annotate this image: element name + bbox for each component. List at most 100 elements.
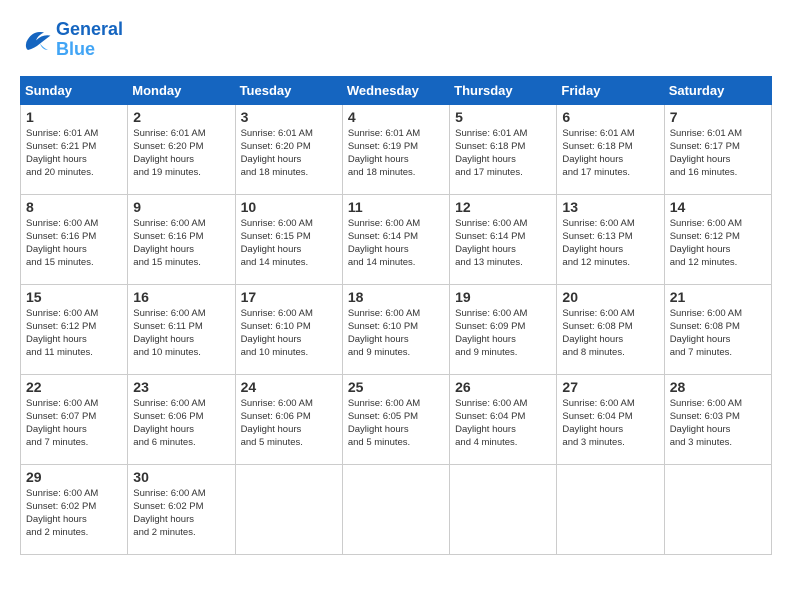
day-cell-2: 2 Sunrise: 6:01 AM Sunset: 6:20 PM Dayli… <box>128 104 235 194</box>
week-row-3: 15 Sunrise: 6:00 AM Sunset: 6:12 PM Dayl… <box>21 284 772 374</box>
day-cell-17: 17 Sunrise: 6:00 AM Sunset: 6:10 PM Dayl… <box>235 284 342 374</box>
day-cell-18: 18 Sunrise: 6:00 AM Sunset: 6:10 PM Dayl… <box>342 284 449 374</box>
day-number: 2 <box>133 109 229 125</box>
day-info: Sunrise: 6:01 AM Sunset: 6:17 PM Dayligh… <box>670 127 766 180</box>
day-cell-16: 16 Sunrise: 6:00 AM Sunset: 6:11 PM Dayl… <box>128 284 235 374</box>
day-info: Sunrise: 6:00 AM Sunset: 6:02 PM Dayligh… <box>26 487 122 540</box>
day-number: 8 <box>26 199 122 215</box>
day-number: 11 <box>348 199 444 215</box>
day-cell-6: 6 Sunrise: 6:01 AM Sunset: 6:18 PM Dayli… <box>557 104 664 194</box>
day-number: 12 <box>455 199 551 215</box>
day-number: 17 <box>241 289 337 305</box>
day-info: Sunrise: 6:00 AM Sunset: 6:10 PM Dayligh… <box>348 307 444 360</box>
day-cell-29: 29 Sunrise: 6:00 AM Sunset: 6:02 PM Dayl… <box>21 464 128 554</box>
day-number: 24 <box>241 379 337 395</box>
day-cell-9: 9 Sunrise: 6:00 AM Sunset: 6:16 PM Dayli… <box>128 194 235 284</box>
col-sunday: Sunday <box>21 76 128 104</box>
day-cell-4: 4 Sunrise: 6:01 AM Sunset: 6:19 PM Dayli… <box>342 104 449 194</box>
day-number: 9 <box>133 199 229 215</box>
day-cell-24: 24 Sunrise: 6:00 AM Sunset: 6:06 PM Dayl… <box>235 374 342 464</box>
day-info: Sunrise: 6:01 AM Sunset: 6:18 PM Dayligh… <box>562 127 658 180</box>
day-number: 28 <box>670 379 766 395</box>
day-cell-14: 14 Sunrise: 6:00 AM Sunset: 6:12 PM Dayl… <box>664 194 771 284</box>
day-number: 25 <box>348 379 444 395</box>
day-cell-10: 10 Sunrise: 6:00 AM Sunset: 6:15 PM Dayl… <box>235 194 342 284</box>
week-row-5: 29 Sunrise: 6:00 AM Sunset: 6:02 PM Dayl… <box>21 464 772 554</box>
day-info: Sunrise: 6:00 AM Sunset: 6:03 PM Dayligh… <box>670 397 766 450</box>
day-number: 18 <box>348 289 444 305</box>
day-info: Sunrise: 6:01 AM Sunset: 6:19 PM Dayligh… <box>348 127 444 180</box>
day-info: Sunrise: 6:00 AM Sunset: 6:14 PM Dayligh… <box>455 217 551 270</box>
day-number: 26 <box>455 379 551 395</box>
day-info: Sunrise: 6:00 AM Sunset: 6:12 PM Dayligh… <box>26 307 122 360</box>
day-cell-12: 12 Sunrise: 6:00 AM Sunset: 6:14 PM Dayl… <box>450 194 557 284</box>
col-saturday: Saturday <box>664 76 771 104</box>
day-cell-28: 28 Sunrise: 6:00 AM Sunset: 6:03 PM Dayl… <box>664 374 771 464</box>
empty-cell <box>342 464 449 554</box>
day-cell-8: 8 Sunrise: 6:00 AM Sunset: 6:16 PM Dayli… <box>21 194 128 284</box>
day-info: Sunrise: 6:01 AM Sunset: 6:18 PM Dayligh… <box>455 127 551 180</box>
day-info: Sunrise: 6:00 AM Sunset: 6:07 PM Dayligh… <box>26 397 122 450</box>
empty-cell <box>450 464 557 554</box>
day-info: Sunrise: 6:00 AM Sunset: 6:06 PM Dayligh… <box>241 397 337 450</box>
day-info: Sunrise: 6:00 AM Sunset: 6:05 PM Dayligh… <box>348 397 444 450</box>
empty-cell <box>235 464 342 554</box>
empty-cell <box>557 464 664 554</box>
col-tuesday: Tuesday <box>235 76 342 104</box>
day-cell-26: 26 Sunrise: 6:00 AM Sunset: 6:04 PM Dayl… <box>450 374 557 464</box>
day-info: Sunrise: 6:01 AM Sunset: 6:20 PM Dayligh… <box>133 127 229 180</box>
day-number: 1 <box>26 109 122 125</box>
day-info: Sunrise: 6:00 AM Sunset: 6:16 PM Dayligh… <box>26 217 122 270</box>
day-number: 16 <box>133 289 229 305</box>
week-row-4: 22 Sunrise: 6:00 AM Sunset: 6:07 PM Dayl… <box>21 374 772 464</box>
day-number: 5 <box>455 109 551 125</box>
day-cell-21: 21 Sunrise: 6:00 AM Sunset: 6:08 PM Dayl… <box>664 284 771 374</box>
day-cell-1: 1 Sunrise: 6:01 AM Sunset: 6:21 PM Dayli… <box>21 104 128 194</box>
day-info: Sunrise: 6:00 AM Sunset: 6:02 PM Dayligh… <box>133 487 229 540</box>
day-info: Sunrise: 6:00 AM Sunset: 6:11 PM Dayligh… <box>133 307 229 360</box>
day-number: 21 <box>670 289 766 305</box>
day-info: Sunrise: 6:00 AM Sunset: 6:09 PM Dayligh… <box>455 307 551 360</box>
logo-icon <box>20 26 52 54</box>
day-info: Sunrise: 6:00 AM Sunset: 6:15 PM Dayligh… <box>241 217 337 270</box>
day-cell-30: 30 Sunrise: 6:00 AM Sunset: 6:02 PM Dayl… <box>128 464 235 554</box>
day-info: Sunrise: 6:01 AM Sunset: 6:20 PM Dayligh… <box>241 127 337 180</box>
col-monday: Monday <box>128 76 235 104</box>
day-cell-27: 27 Sunrise: 6:00 AM Sunset: 6:04 PM Dayl… <box>557 374 664 464</box>
day-number: 15 <box>26 289 122 305</box>
day-cell-25: 25 Sunrise: 6:00 AM Sunset: 6:05 PM Dayl… <box>342 374 449 464</box>
day-cell-19: 19 Sunrise: 6:00 AM Sunset: 6:09 PM Dayl… <box>450 284 557 374</box>
day-number: 6 <box>562 109 658 125</box>
logo-text: General Blue <box>56 20 123 60</box>
day-number: 4 <box>348 109 444 125</box>
day-number: 29 <box>26 469 122 485</box>
week-row-1: 1 Sunrise: 6:01 AM Sunset: 6:21 PM Dayli… <box>21 104 772 194</box>
col-thursday: Thursday <box>450 76 557 104</box>
day-cell-7: 7 Sunrise: 6:01 AM Sunset: 6:17 PM Dayli… <box>664 104 771 194</box>
day-info: Sunrise: 6:01 AM Sunset: 6:21 PM Dayligh… <box>26 127 122 180</box>
day-number: 10 <box>241 199 337 215</box>
day-cell-23: 23 Sunrise: 6:00 AM Sunset: 6:06 PM Dayl… <box>128 374 235 464</box>
day-info: Sunrise: 6:00 AM Sunset: 6:10 PM Dayligh… <box>241 307 337 360</box>
calendar-header-row: Sunday Monday Tuesday Wednesday Thursday… <box>21 76 772 104</box>
col-friday: Friday <box>557 76 664 104</box>
day-number: 30 <box>133 469 229 485</box>
day-info: Sunrise: 6:00 AM Sunset: 6:14 PM Dayligh… <box>348 217 444 270</box>
day-info: Sunrise: 6:00 AM Sunset: 6:16 PM Dayligh… <box>133 217 229 270</box>
day-number: 19 <box>455 289 551 305</box>
day-number: 20 <box>562 289 658 305</box>
day-info: Sunrise: 6:00 AM Sunset: 6:06 PM Dayligh… <box>133 397 229 450</box>
day-info: Sunrise: 6:00 AM Sunset: 6:12 PM Dayligh… <box>670 217 766 270</box>
day-number: 14 <box>670 199 766 215</box>
day-number: 7 <box>670 109 766 125</box>
day-cell-3: 3 Sunrise: 6:01 AM Sunset: 6:20 PM Dayli… <box>235 104 342 194</box>
day-info: Sunrise: 6:00 AM Sunset: 6:08 PM Dayligh… <box>670 307 766 360</box>
day-cell-15: 15 Sunrise: 6:00 AM Sunset: 6:12 PM Dayl… <box>21 284 128 374</box>
day-info: Sunrise: 6:00 AM Sunset: 6:04 PM Dayligh… <box>455 397 551 450</box>
day-info: Sunrise: 6:00 AM Sunset: 6:04 PM Dayligh… <box>562 397 658 450</box>
week-row-2: 8 Sunrise: 6:00 AM Sunset: 6:16 PM Dayli… <box>21 194 772 284</box>
day-cell-20: 20 Sunrise: 6:00 AM Sunset: 6:08 PM Dayl… <box>557 284 664 374</box>
day-number: 13 <box>562 199 658 215</box>
calendar-table: Sunday Monday Tuesday Wednesday Thursday… <box>20 76 772 555</box>
day-number: 22 <box>26 379 122 395</box>
